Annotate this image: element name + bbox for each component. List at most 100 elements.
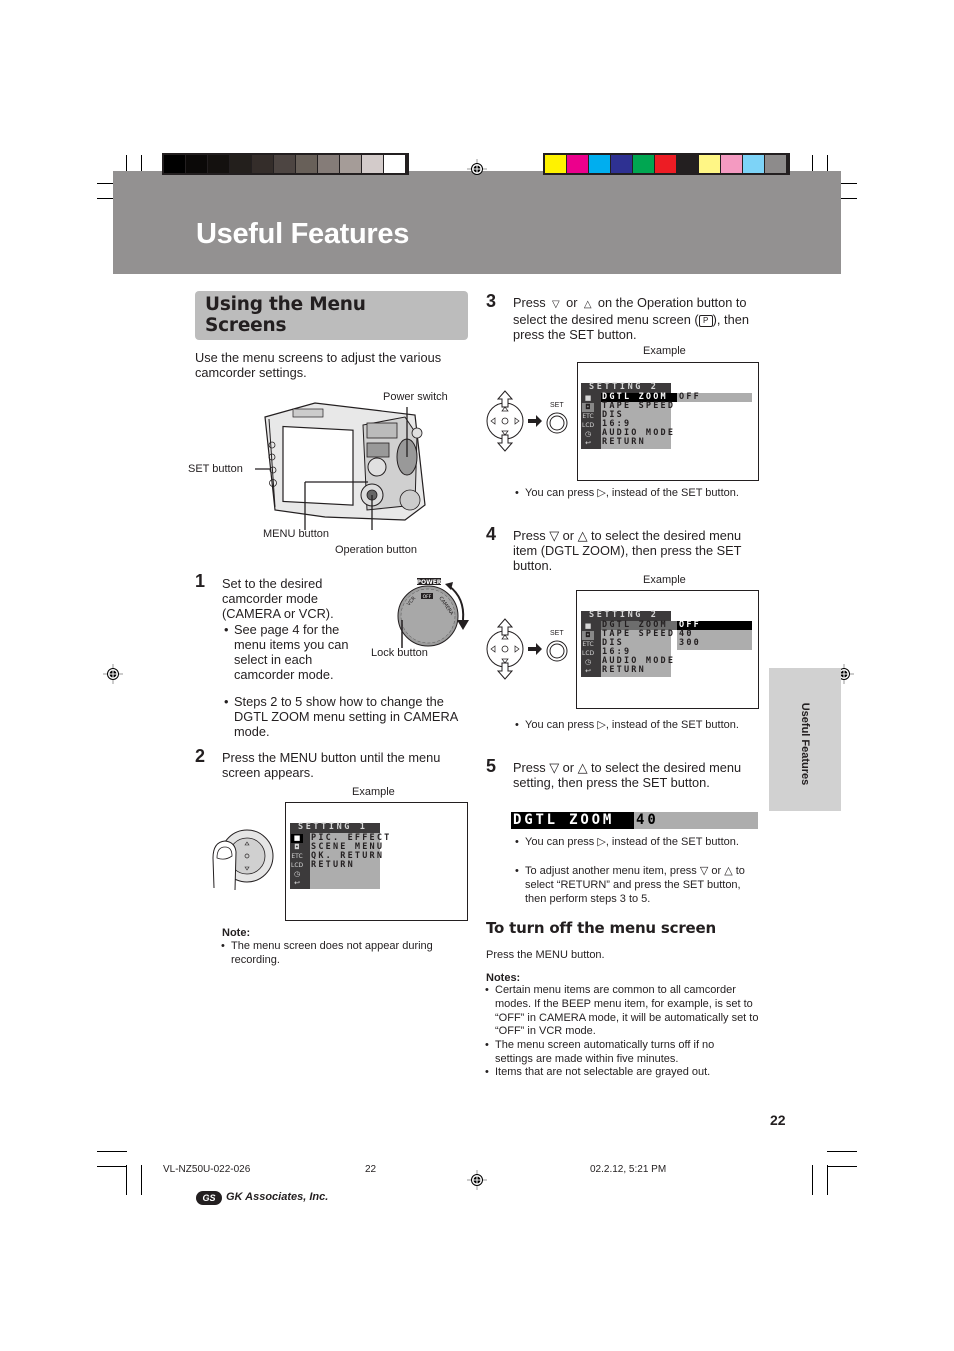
step3-bullet: You can press ▷, instead of the SET butt… (515, 486, 750, 500)
note-text: The menu screen does not appear during r… (221, 939, 466, 967)
color-swatch (765, 155, 786, 173)
color-swatch (721, 155, 742, 173)
page-number: 22 (770, 1112, 786, 1128)
dial-power-text: POWER (417, 579, 442, 586)
dial-off-text: OFF (423, 594, 432, 600)
lcd-icon: LCD (582, 650, 595, 657)
step1-bullet: Steps 2 to 5 show how to change the DGTL… (224, 694, 464, 739)
crop-mark (126, 1165, 127, 1195)
menu-option[interactable]: 300 (679, 638, 701, 649)
picture-icon: ◘ (582, 631, 594, 640)
note-item: Certain menu items are common to all cam… (485, 984, 765, 1039)
step-number: 5 (486, 756, 497, 776)
set-label: SET (550, 402, 564, 409)
color-swatch-bar (543, 153, 790, 175)
return-icon: ↩ (585, 667, 591, 675)
menu-item[interactable]: RETURN (602, 665, 646, 676)
footer-timestamp: 02.2.12, 5:21 PM (590, 1164, 667, 1175)
up-triangle-icon: △ (581, 299, 595, 310)
menu-icon-column: ■ ◘ ETC LCD ◷ ↩ (581, 621, 601, 677)
down-triangle-icon: ▽ (549, 299, 563, 310)
step-number: 2 (195, 746, 206, 766)
section-title-line: Screens (205, 315, 287, 336)
example-label: Example (352, 786, 395, 798)
clock-icon: ◷ (293, 870, 301, 878)
dgtl-zoom-label: DGTL ZOOM (511, 812, 634, 829)
registration-mark-icon (103, 664, 123, 684)
lock-button-label: Lock button (371, 647, 428, 659)
notes-heading: Notes: (486, 972, 521, 984)
operation-button-icon (486, 390, 568, 452)
operation-button-label: Operation button (335, 544, 417, 556)
section-title-line: Using the Menu (205, 294, 366, 315)
intro-text: Use the menu screens to adjust the vario… (195, 350, 442, 380)
camera-icon: ■ (584, 622, 592, 630)
menu-item[interactable]: RETURN (602, 437, 646, 448)
camera-icon: ■ (291, 834, 303, 843)
grayscale-swatch-bar (162, 153, 409, 175)
step5-text: Press ▽ or △ to select the desired menu … (513, 760, 742, 790)
menu-icon-column: ■ ◘ ETC LCD ◷ ↩ (581, 393, 601, 449)
color-swatch (567, 155, 588, 173)
color-swatch (545, 155, 566, 173)
color-swatch (677, 155, 698, 173)
step3-text-part: or (566, 295, 578, 310)
turn-off-text: Press the MENU button. (486, 949, 605, 961)
note-item: Items that are not selectable are grayed… (485, 1066, 765, 1080)
etc-icon: ETC (291, 853, 303, 860)
crop-mark (97, 1166, 127, 1167)
step-number: 3 (486, 291, 497, 311)
camcorder-illustration (255, 402, 426, 530)
picture-icon: ◘ (294, 843, 300, 851)
color-swatch (589, 155, 610, 173)
crop-mark (827, 1166, 857, 1167)
color-swatch (318, 155, 339, 173)
color-swatch (296, 155, 317, 173)
step5-bullet: You can press ▷, instead of the SET butt… (515, 835, 750, 849)
step3-text-part: Press (513, 295, 546, 310)
clock-icon: ◷ (584, 430, 592, 438)
color-swatch (633, 155, 654, 173)
color-swatch (340, 155, 361, 173)
power-dial-illustration: POWER VCR OFF CAMERA (397, 578, 469, 648)
footer-doc-id: VL-NZ50U-022-026 (163, 1164, 251, 1175)
etc-icon: ETC (582, 641, 594, 648)
side-tab-label: Useful Features (799, 702, 811, 786)
menu-item[interactable]: RETURN (311, 860, 355, 871)
set-label: SET (550, 630, 564, 637)
crop-mark (827, 1151, 857, 1152)
footer-page: 22 (365, 1164, 377, 1175)
dgtl-zoom-display: DGTL ZOOM 40 (511, 812, 758, 829)
operation-button-icon (486, 618, 568, 680)
footer-company: GK Associates, Inc. (226, 1191, 329, 1203)
color-swatch (230, 155, 251, 173)
return-icon: ↩ (294, 879, 300, 887)
picture-menu-icon: P (698, 314, 713, 327)
registration-mark-icon (467, 159, 487, 179)
color-swatch (611, 155, 632, 173)
color-swatch (252, 155, 273, 173)
step-number: 4 (486, 524, 497, 544)
color-swatch (208, 155, 229, 173)
step-number: 1 (195, 571, 206, 591)
color-swatch (699, 155, 720, 173)
picture-icon: ◘ (582, 403, 594, 412)
etc-icon: ETC (582, 413, 594, 420)
camera-icon: ■ (584, 394, 592, 402)
step1-bullet: See page 4 for the menu items you can se… (224, 622, 359, 682)
color-swatch (274, 155, 295, 173)
set-button-label: SET button (188, 463, 243, 475)
lcd-icon: LCD (291, 862, 304, 869)
example-label: Example (643, 574, 686, 586)
note-heading: Note: (222, 927, 251, 939)
crop-mark (97, 1151, 127, 1152)
step3-text: Press ▽ or △ on the Operation button to … (513, 295, 758, 342)
crop-mark (827, 1165, 828, 1195)
crop-mark (812, 1165, 813, 1195)
return-icon: ↩ (585, 439, 591, 447)
power-switch-label: Power switch (383, 391, 448, 403)
step5-bullet: To adjust another menu item, press ▽ or … (515, 864, 760, 906)
crop-mark (141, 1165, 142, 1195)
note-item: The menu screen automatically turns off … (485, 1039, 755, 1067)
registration-mark-icon (467, 1170, 487, 1190)
